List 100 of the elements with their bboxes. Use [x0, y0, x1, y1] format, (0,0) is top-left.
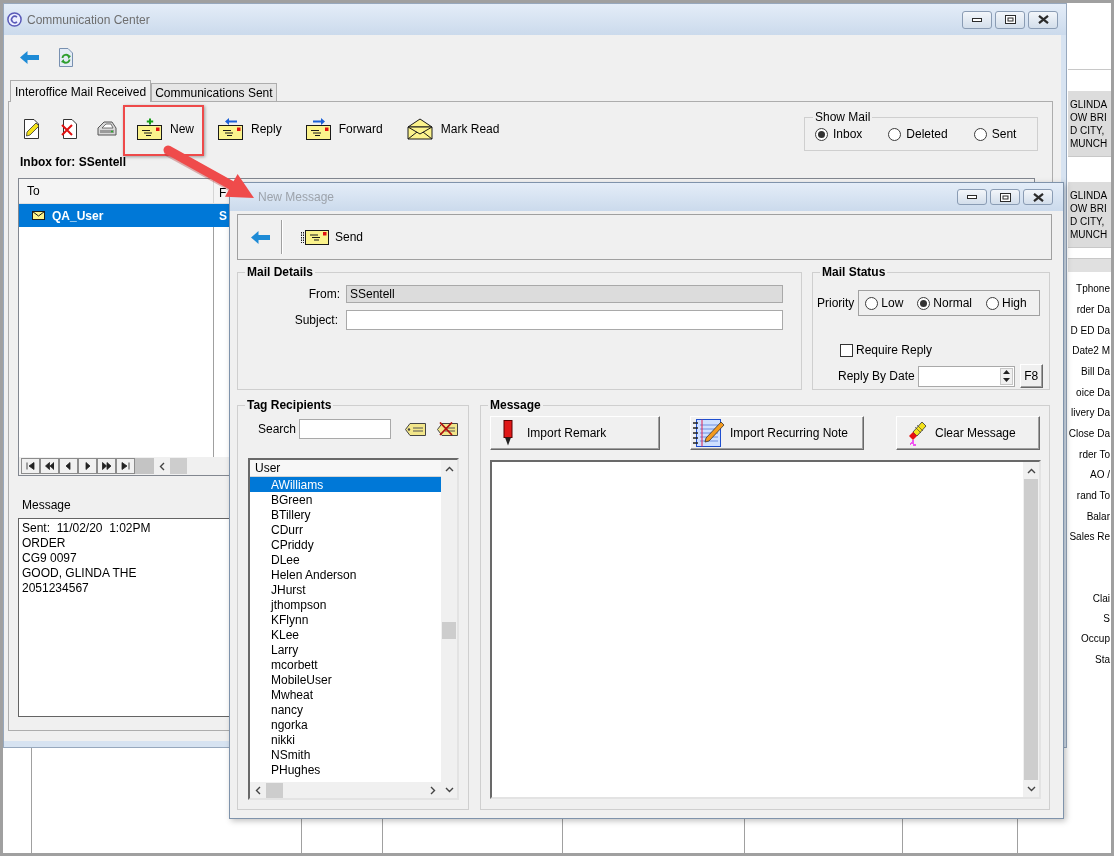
list-item[interactable]: KLee [250, 627, 441, 642]
list-item[interactable]: CDurr [250, 522, 441, 537]
list-item[interactable]: BTillery [250, 507, 441, 522]
back-arrow-icon[interactable] [251, 230, 270, 244]
chevron-left-icon [159, 461, 165, 471]
edit-document-icon[interactable] [24, 119, 42, 139]
maximize-button[interactable] [990, 189, 1020, 205]
chevron-left-icon [255, 785, 261, 795]
field-label: Clai [1092, 592, 1110, 605]
first-record-button[interactable] [21, 458, 40, 474]
spin-control[interactable] [999, 367, 1013, 385]
address-line: OW BRI [1070, 201, 1107, 215]
last-record-button[interactable] [116, 458, 135, 474]
double-right-triangle-icon [102, 462, 111, 470]
minimize-button[interactable] [957, 189, 987, 205]
notepad-pencil-icon [692, 418, 726, 448]
reply-button[interactable]: Reply [217, 113, 283, 145]
new-button[interactable]: New [136, 113, 195, 145]
column-header[interactable]: To [27, 184, 40, 198]
list-item[interactable]: MobileUser [250, 672, 441, 687]
previous-record-button[interactable] [59, 458, 78, 474]
forward-button[interactable]: Forward [304, 113, 384, 145]
tab[interactable]: Communications Sent [151, 83, 277, 102]
field-label: AO / [1090, 469, 1110, 482]
radio-label: Sent [991, 127, 1017, 141]
delete-document-icon[interactable] [61, 119, 77, 139]
field-label: Sta [1095, 653, 1110, 666]
list-item[interactable]: Larry [250, 642, 441, 657]
scrollbar-thumb[interactable] [266, 782, 283, 798]
list-item[interactable]: Helen Anderson [250, 567, 441, 582]
list-item[interactable]: nancy [250, 702, 441, 717]
list-item[interactable]: nikki [250, 732, 441, 747]
date-field[interactable] [917, 365, 1015, 387]
radio-button[interactable] [917, 296, 931, 310]
minimize-button[interactable] [962, 10, 992, 29]
chevron-down-icon [1026, 785, 1036, 792]
circled-c-icon [7, 12, 22, 27]
radio-button[interactable] [815, 127, 828, 141]
table-cell: QA_User [52, 208, 104, 223]
maximize-button[interactable] [995, 10, 1025, 29]
radio-button[interactable] [986, 296, 1000, 310]
list-item[interactable]: DLee [250, 552, 441, 567]
send-button[interactable]: Send [301, 226, 364, 248]
printer-icon[interactable] [96, 120, 118, 138]
radio-label: Normal [933, 296, 973, 310]
list-item[interactable]: Mwheat [250, 687, 441, 702]
close-button[interactable] [1023, 189, 1053, 205]
column-header[interactable]: F [219, 185, 227, 200]
from-field: SSentell [346, 285, 783, 303]
list-item[interactable]: ngorka [250, 717, 441, 732]
field-label: From: [308, 287, 340, 301]
list-item[interactable]: AWilliams [250, 477, 441, 492]
scrollbar-thumb[interactable] [1024, 479, 1038, 780]
field-label: Occup [1081, 633, 1110, 646]
scrollbar-thumb[interactable] [170, 458, 187, 474]
list-item[interactable]: KFlynn [250, 612, 441, 627]
list-item[interactable]: jthompson [250, 597, 441, 612]
date-picker-button[interactable]: F8 [1019, 364, 1043, 388]
list-item[interactable]: mcorbett [250, 657, 441, 672]
scrollbar-thumb[interactable] [442, 622, 456, 639]
checkbox-label: Require Reply [856, 343, 933, 357]
next-record-button[interactable] [78, 458, 97, 474]
search-field[interactable] [299, 419, 392, 439]
list-item[interactable]: CPriddy [250, 537, 441, 552]
list-item[interactable]: PHughes [250, 762, 441, 777]
group-title: Mail Status [821, 265, 887, 279]
radio-button[interactable] [865, 296, 879, 310]
checkbox[interactable] [840, 343, 853, 357]
column-header[interactable]: User [255, 461, 281, 475]
radio-button[interactable] [888, 127, 902, 141]
tag-cross-icon[interactable] [437, 422, 459, 436]
address-line: MUNCH [1070, 227, 1108, 241]
mark-read-button[interactable]: Mark Read [405, 113, 501, 145]
clear-message-button[interactable]: Clear Message [896, 416, 1040, 450]
import-remark-button[interactable]: Import Remark [490, 416, 660, 450]
radio-button[interactable] [973, 127, 987, 141]
import-note-button[interactable]: Import Recurring Note [690, 416, 864, 450]
field-label: rder Da [1076, 304, 1110, 316]
subject-field[interactable] [346, 310, 783, 330]
list-item[interactable]: JHurst [250, 582, 441, 597]
minimize-icon [972, 17, 982, 22]
field-label: Sales Re [1069, 531, 1110, 544]
close-button[interactable] [1028, 10, 1058, 29]
list-item[interactable]: BGreen [250, 492, 441, 507]
field-label: Priority [817, 296, 855, 310]
refresh-document-icon[interactable] [59, 47, 73, 67]
list-item[interactable]: NSmith [250, 747, 441, 762]
tag-icon[interactable] [405, 422, 427, 436]
next-page-button[interactable] [97, 458, 116, 474]
message-field[interactable] [490, 460, 1041, 799]
field-label: oice Da [1076, 386, 1110, 399]
address-line: GLINDA [1070, 97, 1108, 111]
table-cell-text: S [218, 208, 227, 223]
back-arrow-icon[interactable] [20, 50, 39, 64]
up-triangle-icon [1002, 370, 1010, 375]
field-label: rder To [1079, 448, 1110, 461]
tab[interactable]: Interoffice Mail Received [10, 80, 152, 102]
open-envelope-icon [406, 118, 433, 140]
previous-page-button[interactable] [40, 458, 59, 474]
splitter-handle[interactable] [135, 458, 154, 474]
